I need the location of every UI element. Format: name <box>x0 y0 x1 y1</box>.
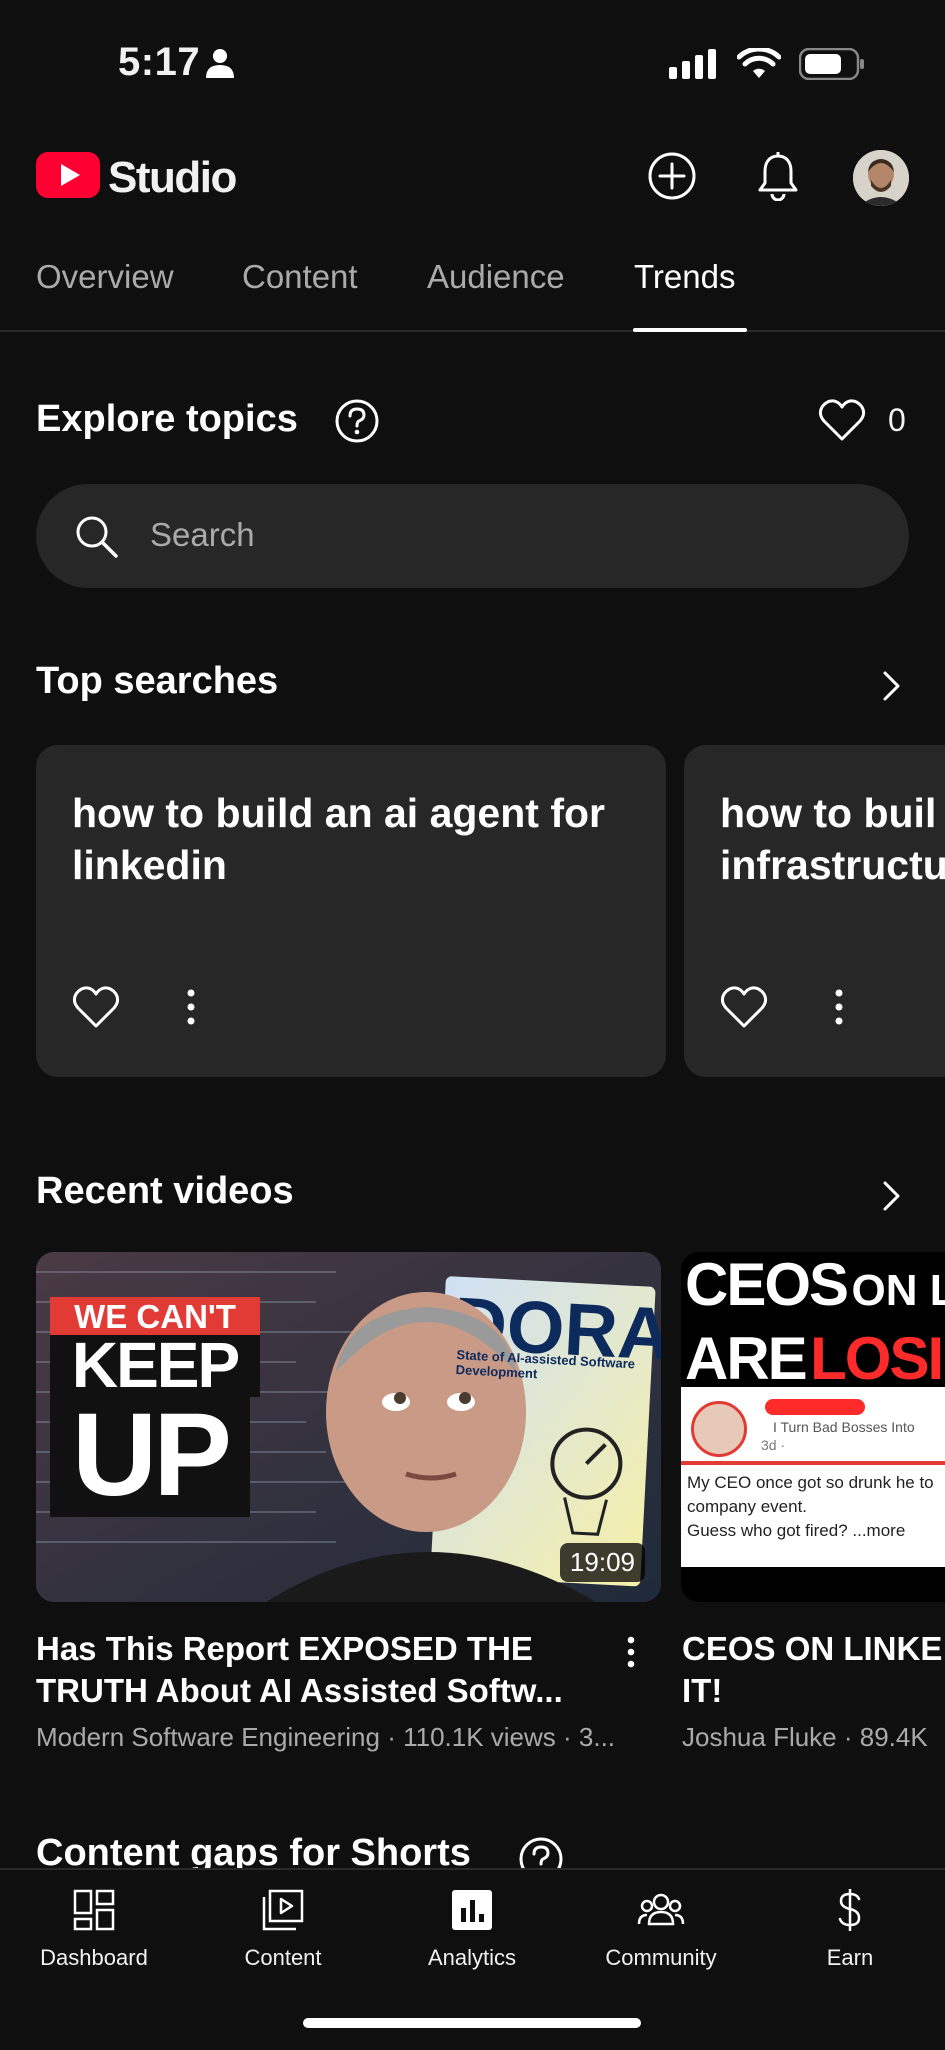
nav-label: Community <box>571 1945 751 1971</box>
analytics-icon <box>450 1919 494 1936</box>
active-tab-indicator <box>633 328 747 332</box>
wifi-icon <box>737 48 781 85</box>
tab-bar: Overview Content Audience Trends <box>0 252 945 332</box>
logo-text: Studio <box>108 153 236 203</box>
thumbnail-word: ON LI <box>852 1266 945 1315</box>
video-more-button[interactable] <box>626 1636 636 1673</box>
create-button[interactable] <box>644 150 700 206</box>
help-button[interactable] <box>334 398 380 449</box>
search-placeholder: Search <box>150 516 255 554</box>
nav-content[interactable]: Content <box>193 1888 373 1971</box>
thumbnail-post-card: I Turn Bad Bosses Into 3d · My CEO once … <box>681 1387 945 1567</box>
bell-icon <box>756 151 800 206</box>
nav-earn[interactable]: Earn <box>760 1888 940 1971</box>
tab-content[interactable]: Content <box>242 258 358 296</box>
battery-icon <box>799 48 865 85</box>
thumbnail-word: ARE <box>685 1325 806 1392</box>
liked-topics-button[interactable] <box>818 398 866 447</box>
status-time: 5:17 <box>118 40 200 85</box>
account-avatar[interactable] <box>853 150 909 206</box>
search-topic-text: how to build an ai agent for linkedin <box>72 787 636 891</box>
thumbnail-word: LOSIN <box>810 1325 945 1392</box>
video-title[interactable]: CEOS ON LINKE IT! <box>682 1628 942 1712</box>
post-byline: I Turn Bad Bosses Into <box>773 1419 915 1435</box>
chevron-right-icon <box>876 691 906 708</box>
cellular-signal-icon <box>669 49 719 84</box>
dashboard-icon <box>72 1919 116 1936</box>
home-indicator <box>303 2018 641 2028</box>
video-meta: Joshua Fluke · 89.4K <box>682 1722 928 1753</box>
video-thumbnail[interactable]: CEOS ON LI ARE LOSIN I Turn Bad Bosses I… <box>681 1252 945 1602</box>
tab-trends[interactable]: Trends <box>634 258 735 296</box>
nav-label: Dashboard <box>4 1945 184 1971</box>
nav-analytics[interactable]: Analytics <box>382 1888 562 1971</box>
post-text-line: company event. <box>687 1495 934 1519</box>
search-icon <box>74 514 120 565</box>
nav-label: Content <box>193 1945 373 1971</box>
plus-circle-icon <box>647 151 697 206</box>
heart-icon[interactable] <box>720 985 768 1034</box>
nav-label: Analytics <box>382 1945 562 1971</box>
post-text: My CEO once got so drunk he to company e… <box>687 1471 934 1543</box>
youtube-play-icon <box>36 152 100 203</box>
person-icon <box>206 48 234 83</box>
heart-icon[interactable] <box>72 985 120 1034</box>
post-divider <box>681 1461 945 1465</box>
more-vert-icon[interactable] <box>186 989 196 1030</box>
video-meta: Modern Software Engineering · 110.1K vie… <box>36 1722 615 1753</box>
explore-topics-title: Explore topics <box>36 398 298 441</box>
post-avatar <box>691 1401 747 1457</box>
help-icon <box>334 431 380 448</box>
tab-audience[interactable]: Audience <box>427 258 565 296</box>
liked-count: 0 <box>888 402 906 439</box>
thumbnail-word: CEOS <box>685 1252 847 1318</box>
video-thumbnail[interactable]: DORA WE CAN'T KEEP UP State of AI-assist… <box>36 1252 661 1602</box>
recent-videos-title: Recent videos <box>36 1170 294 1213</box>
status-icons <box>669 48 865 85</box>
thumbnail-headline: CEOS ON LI ARE LOSIN <box>685 1256 945 1404</box>
chevron-right-icon <box>876 1201 906 1218</box>
notifications-button[interactable] <box>750 150 806 206</box>
redacted-name <box>765 1399 865 1415</box>
dollar-icon <box>828 1919 872 1936</box>
nav-community[interactable]: Community <box>571 1888 751 1971</box>
video-library-icon <box>261 1919 305 1936</box>
post-text-line: Guess who got fired? ...more <box>687 1519 934 1543</box>
thumbnail-text-line3: UP <box>50 1394 250 1516</box>
video-title[interactable]: Has This Report EXPOSED THE TRUTH About … <box>36 1628 616 1712</box>
nav-dashboard[interactable]: Dashboard <box>4 1888 184 1971</box>
post-age: 3d · <box>761 1437 785 1453</box>
more-vert-icon[interactable] <box>834 989 844 1030</box>
search-input[interactable]: Search <box>36 484 909 588</box>
nav-label: Earn <box>760 1945 940 1971</box>
post-text-line: My CEO once got so drunk he to <box>687 1471 934 1495</box>
more-vert-icon <box>626 1655 636 1672</box>
top-searches-title: Top searches <box>36 660 278 703</box>
video-duration: 19:09 <box>560 1543 645 1582</box>
search-topic-text: how to buil infrastructu <box>720 787 945 891</box>
youtube-studio-logo[interactable]: Studio <box>36 152 236 203</box>
community-icon <box>637 1919 685 1936</box>
tab-overview[interactable]: Overview <box>36 258 174 296</box>
search-topic-card[interactable]: how to buil infrastructu <box>684 745 945 1077</box>
recent-videos-more-button[interactable] <box>876 1178 906 1219</box>
heart-icon <box>818 429 866 446</box>
top-searches-more-button[interactable] <box>876 668 906 709</box>
search-topic-card[interactable]: how to build an ai agent for linkedin <box>36 745 666 1077</box>
